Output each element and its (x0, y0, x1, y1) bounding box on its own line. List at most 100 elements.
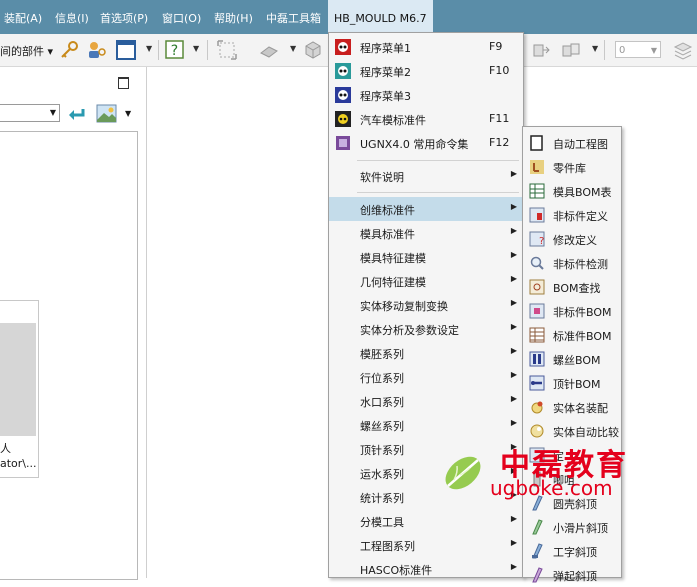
user-key-icon[interactable] (86, 39, 108, 61)
menu-help[interactable]: 帮助(H) (214, 0, 253, 34)
layer-combo[interactable]: 0 ▼ (615, 41, 661, 58)
menu-item-software-notes[interactable]: 软件说明 ▶ (329, 164, 523, 188)
menu-item-screw[interactable]: 螺丝系列 ▶ (329, 413, 523, 437)
menu-item-program-menu-3[interactable]: 程序菜单3 (329, 83, 523, 107)
chevron-down-icon[interactable]: ▼ (592, 44, 598, 53)
program-menu-icon (335, 39, 351, 55)
std-bom-icon (529, 327, 545, 343)
drawing-icon (530, 135, 543, 151)
i-lifter-icon (532, 543, 543, 559)
menu-separator (357, 160, 519, 161)
menu-item-program-menu-2[interactable]: 程序菜单2 F10 (329, 59, 523, 83)
part-browser-list: 人 ator\... (0, 131, 138, 580)
submenu-arrow-icon: ▶ (510, 394, 517, 403)
cube-icon[interactable] (302, 39, 324, 61)
menu-item-slider[interactable]: 行位系列 ▶ (329, 365, 523, 389)
chuangwei-submenu: 自动工程图 零件库 模具BOM表 非标件定义 ? 修改定义 非标件检测 BOM查… (522, 126, 622, 583)
chevron-down-icon: ▼ (650, 46, 657, 55)
menu-item-chuangwei-std[interactable]: 创维标准件 ▶ (329, 197, 523, 221)
chevron-down-icon[interactable]: ▼ (146, 44, 152, 53)
submenu-arrow-icon: ▶ (510, 538, 517, 547)
menu-item-ugnx-commands[interactable]: UGNX4.0 常用命令集 F12 (329, 131, 523, 155)
submenu-arrow-icon: ▶ (510, 226, 517, 235)
parts-library-icon (530, 160, 544, 174)
submenu-item[interactable]: 零件库 (523, 155, 621, 179)
submenu-item[interactable]: 工字斜顶 (523, 539, 621, 563)
submenu-item[interactable]: 实体名装配 (523, 395, 621, 419)
menu-assembly[interactable]: 装配(A) (4, 0, 42, 34)
spring-lifter-icon (532, 567, 543, 583)
submenu-item[interactable]: 模具BOM表 (523, 179, 621, 203)
image-preview-icon[interactable] (96, 103, 118, 125)
menu-hb-mould[interactable]: HB_MOULD M6.7 (328, 0, 433, 34)
submenu-item[interactable]: ? 修改定义 (523, 227, 621, 251)
submenu-item[interactable]: 顶针BOM (523, 371, 621, 395)
menu-item-geometry-feature[interactable]: 几何特征建模 ▶ (329, 269, 523, 293)
part-thumbnail-card[interactable]: 人 ator\... (0, 300, 39, 478)
watermark-url: ugboke.com (490, 476, 613, 500)
pin-bom-icon (529, 375, 545, 391)
chevron-down-icon[interactable]: ▼ (290, 44, 296, 53)
menu-item-drawing[interactable]: 工程图系列 ▶ (329, 533, 523, 557)
menu-item-hasco[interactable]: HASCO标准件 ▶ (329, 557, 523, 581)
shaded-view-icon[interactable] (258, 39, 280, 61)
screw-bom-icon (529, 351, 545, 367)
back-arrow-icon[interactable] (68, 106, 86, 122)
submenu-item[interactable]: 非标件BOM (523, 299, 621, 323)
assembly-icon (531, 401, 543, 414)
menu-info[interactable]: 信息(I) (55, 0, 89, 34)
menu-item-parting-tool[interactable]: 分模工具 ▶ (329, 509, 523, 533)
layers-icon[interactable] (672, 39, 694, 61)
submenu-arrow-icon: ▶ (510, 250, 517, 259)
submenu-item[interactable]: BOM查找 (523, 275, 621, 299)
submenu-arrow-icon: ▶ (510, 202, 517, 211)
part-thumbnail (0, 323, 36, 436)
inspect-icon (530, 256, 544, 270)
panel-filter-combo[interactable]: ▼ (0, 104, 60, 122)
menu-item-auto-mold-std[interactable]: 汽车模标准件 F11 (329, 107, 523, 131)
leaf-logo-icon (445, 456, 481, 490)
menu-window[interactable]: 窗口(O) (162, 0, 201, 34)
menu-item-solid-transform[interactable]: 实体移动复制变换 ▶ (329, 293, 523, 317)
window-view-icon[interactable] (115, 39, 137, 61)
toolbar-divider (158, 40, 159, 60)
command-set-icon (336, 136, 350, 150)
auto-mold-icon (335, 111, 351, 127)
submenu-arrow-icon: ▶ (510, 514, 517, 523)
thumbnail-path: ator\... (0, 457, 37, 470)
maximize-icon[interactable] (118, 77, 129, 89)
submenu-item[interactable]: 非标件定义 (523, 203, 621, 227)
menu-preferences[interactable]: 首选项(P) (100, 0, 148, 34)
toolbar-filter-label[interactable]: 间的部件 ▾ (0, 43, 53, 59)
chevron-down-icon[interactable]: ▼ (125, 109, 131, 118)
menu-item-gate[interactable]: 水口系列 ▶ (329, 389, 523, 413)
menu-bar: 装配(A) 信息(I) 首选项(P) 窗口(O) 帮助(H) 中磊工具箱 HB_… (0, 0, 697, 34)
move-part-icon[interactable] (530, 39, 552, 61)
program-menu-icon (335, 87, 351, 103)
menu-zhonglei-toolbox[interactable]: 中磊工具箱 (266, 0, 321, 34)
edit-define-icon: ? (529, 231, 545, 247)
menu-item-mold-std[interactable]: 模具标准件 ▶ (329, 221, 523, 245)
chevron-down-icon[interactable]: ▼ (193, 44, 199, 53)
submenu-arrow-icon: ▶ (510, 322, 517, 331)
key-tool-icon[interactable] (58, 39, 80, 61)
menu-item-mold-feature[interactable]: 模具特征建模 ▶ (329, 245, 523, 269)
menu-item-program-menu-1[interactable]: 程序菜单1 F9 (329, 35, 523, 59)
menu-item-mold-base[interactable]: 模胚系列 ▶ (329, 341, 523, 365)
submenu-item[interactable]: 弹起斜顶 (523, 563, 621, 587)
submenu-item[interactable]: 螺丝BOM (523, 347, 621, 371)
submenu-item[interactable]: 自动工程图 (523, 131, 621, 155)
submenu-item[interactable]: 标准件BOM (523, 323, 621, 347)
menu-item-solid-analysis[interactable]: 实体分析及参数设定 ▶ (329, 317, 523, 341)
transform-part-icon[interactable] (560, 39, 582, 61)
help-icon[interactable]: ? (164, 39, 186, 61)
fit-view-icon[interactable] (216, 39, 238, 61)
submenu-item[interactable]: 小滑片斜顶 (523, 515, 621, 539)
submenu-arrow-icon: ▶ (510, 346, 517, 355)
nonstd-bom-icon (529, 303, 545, 319)
submenu-item[interactable]: 非标件检测 (523, 251, 621, 275)
define-icon (529, 207, 545, 223)
submenu-arrow-icon: ▶ (510, 274, 517, 283)
submenu-arrow-icon: ▶ (510, 298, 517, 307)
submenu-arrow-icon: ▶ (510, 418, 517, 427)
